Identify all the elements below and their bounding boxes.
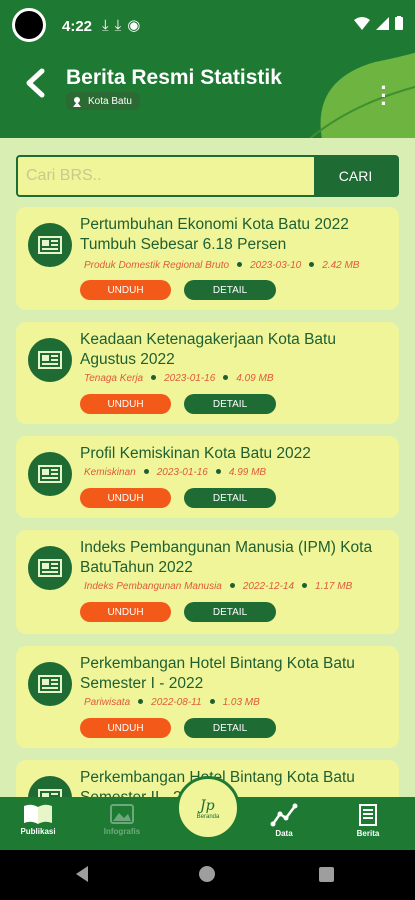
search-bar: CARI xyxy=(16,155,399,197)
signal-icon xyxy=(376,16,389,30)
card-title: Keadaan Ketenagakerjaan Kota Batu Agustu… xyxy=(80,331,336,368)
card-size: 2.42 MB xyxy=(322,260,360,271)
status-time: 4:22 xyxy=(62,18,93,35)
newspaper-icon xyxy=(28,662,72,706)
detail-button[interactable]: DETAIL xyxy=(184,488,276,508)
nav-item-infografis[interactable]: Infografis xyxy=(92,803,152,836)
system-home-icon[interactable] xyxy=(199,866,215,882)
card-category: Pariwisata xyxy=(84,697,131,708)
chart-line-icon xyxy=(270,803,298,827)
list-item[interactable]: Keadaan Ketenagakerjaan Kota Batu Agustu… xyxy=(16,322,399,424)
f-icon: ◉ xyxy=(127,17,147,34)
battery-icon xyxy=(395,16,403,30)
book-icon xyxy=(24,804,52,824)
download-button[interactable]: UNDUH xyxy=(80,280,171,300)
nav-item-data[interactable]: Data xyxy=(254,803,314,838)
list-item[interactable]: Profil Kemiskinan Kota Batu 2022 Kemiski… xyxy=(16,436,399,518)
nav-label: Data xyxy=(275,829,293,838)
card-title: Perkembangan Hotel Bintang Kota Batu Sem… xyxy=(80,655,355,692)
card-category: Tenaga Kerja xyxy=(84,373,144,384)
location-chip[interactable]: Kota Batu xyxy=(66,92,140,110)
card-title: Profil Kemiskinan Kota Batu 2022 xyxy=(80,445,311,462)
camera-cutout xyxy=(12,8,46,42)
card-size: 1.17 MB xyxy=(315,581,353,592)
card-meta: Indeks Pembangunan Manusia 2022-12-14 1.17… xyxy=(84,580,394,593)
newspaper-icon xyxy=(359,804,377,826)
card-category: Kemiskinan xyxy=(84,467,136,478)
card-category: Produk Domestik Regional Bruto xyxy=(84,260,230,271)
detail-button[interactable]: DETAIL xyxy=(184,394,276,414)
detail-button[interactable]: DETAIL xyxy=(184,280,276,300)
card-title: Pertumbuhan Ekonomi Kota Batu 2022 Tumbu… xyxy=(80,216,349,253)
back-button[interactable] xyxy=(24,68,54,102)
leaf-decoration xyxy=(308,52,415,138)
system-recents-icon[interactable] xyxy=(319,867,334,882)
arrow-left-icon xyxy=(26,68,45,98)
status-right xyxy=(354,16,403,30)
home-fab-button[interactable]: Jp Beranda xyxy=(176,776,240,840)
download-button[interactable]: UNDUH xyxy=(80,394,171,414)
download-button[interactable]: UNDUH xyxy=(80,602,171,622)
newspaper-icon xyxy=(28,223,72,267)
search-input[interactable] xyxy=(18,157,314,195)
status-bar: 4:22 ⤓⤓◉ xyxy=(0,0,415,52)
card-size: 1.03 MB xyxy=(222,697,260,708)
card-size: 4.99 MB xyxy=(228,467,267,478)
more-vertical-icon: · · · xyxy=(380,75,388,116)
app-bar: Berita Resmi Statistik Kota Batu · · · xyxy=(0,52,415,138)
download-button[interactable]: UNDUH xyxy=(80,718,171,738)
location-pin-icon xyxy=(73,96,81,107)
image-icon xyxy=(110,804,134,824)
wifi-icon xyxy=(354,16,370,30)
card-category: Indeks Pembangunan Manusia xyxy=(84,581,222,592)
download-button[interactable]: UNDUH xyxy=(80,488,171,508)
card-date: 2022-08-11 xyxy=(151,697,202,708)
card-meta: Pariwisata 2022-08-11 1.03 MB xyxy=(84,696,394,709)
fab-label: Beranda xyxy=(196,814,220,820)
system-navigation-bar xyxy=(0,850,415,900)
card-meta: Tenaga Kerja 2023-01-16 4.09 MB xyxy=(84,372,394,385)
card-date: 2023-03-10 xyxy=(250,260,302,271)
card-size: 4.09 MB xyxy=(236,373,274,384)
search-button[interactable]: CARI xyxy=(314,157,397,195)
card-date: 2023-01-16 xyxy=(164,373,216,384)
location-label: Kota Batu xyxy=(88,95,132,107)
list-item[interactable]: Pertumbuhan Ekonomi Kota Batu 2022 Tumbu… xyxy=(16,207,399,310)
newspaper-icon xyxy=(28,452,72,496)
nav-label: Publikasi xyxy=(20,827,56,836)
system-back-icon[interactable] xyxy=(76,866,88,882)
card-date: 2022-12-14 xyxy=(242,581,295,592)
list-item[interactable]: Perkembangan Hotel Bintang Kota Batu Sem… xyxy=(16,646,399,748)
nav-item-berita[interactable]: Berita xyxy=(338,803,398,838)
nav-label: Berita xyxy=(356,829,380,838)
card-meta: Kemiskinan 2023-01-16 4.99 MB xyxy=(84,466,394,479)
notification-icons: ⤓⤓◉ xyxy=(102,17,147,34)
newspaper-icon xyxy=(28,546,72,590)
overflow-menu-button[interactable]: · · · xyxy=(379,77,389,115)
svg-text:Jp: Jp xyxy=(197,798,215,814)
brs-list: Pertumbuhan Ekonomi Kota Batu 2022 Tumbu… xyxy=(16,207,399,872)
logo-icon: Jp xyxy=(197,798,215,814)
card-title: Indeks Pembangunan Manusia (IPM) Kota Ba… xyxy=(80,539,373,576)
nav-item-publikasi[interactable]: Publikasi xyxy=(8,803,68,836)
card-date: 2023-01-16 xyxy=(156,467,208,478)
detail-button[interactable]: DETAIL xyxy=(184,602,276,622)
list-item[interactable]: Indeks Pembangunan Manusia (IPM) Kota Ba… xyxy=(16,530,399,634)
nav-label: Infografis xyxy=(103,827,141,836)
detail-button[interactable]: DETAIL xyxy=(184,718,276,738)
newspaper-icon xyxy=(28,338,72,382)
card-meta: Produk Domestik Regional Bruto 2023-03-10… xyxy=(84,259,394,272)
page-title: Berita Resmi Statistik xyxy=(66,66,282,89)
